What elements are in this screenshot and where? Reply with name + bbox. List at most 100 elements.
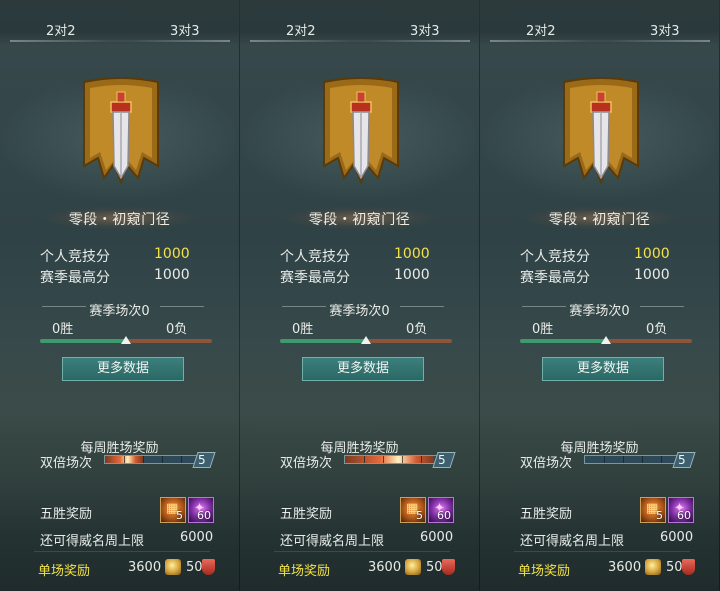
personal-score-label: 个人竞技分: [280, 249, 350, 265]
personal-score-value: 1000: [154, 246, 190, 262]
reward-item-crystal-icon[interactable]: ✦ 60: [428, 497, 454, 523]
losses-count: 0负: [406, 322, 428, 337]
item-count: 60: [437, 509, 451, 522]
single-reward-shield: 50: [186, 560, 203, 575]
rank-emblem-icon: [563, 77, 639, 184]
item-count: 5: [656, 509, 663, 522]
single-reward-shield: 50: [666, 560, 683, 575]
shield-icon: [442, 559, 455, 575]
progress-segment: [661, 456, 662, 463]
divider: [34, 551, 210, 552]
season-matches: 赛季场次0: [569, 304, 630, 319]
progress-segment: [181, 456, 182, 463]
single-reward-coin: 3600: [128, 560, 162, 575]
double-matches-label: 双倍场次: [40, 456, 93, 471]
double-matches-progress: [584, 455, 680, 464]
tab-2v2[interactable]: 2对2: [526, 20, 556, 39]
weekly-cap-value: 6000: [180, 530, 214, 545]
coin-icon: [165, 559, 181, 575]
arena-panel: 2对2 3对3 零段・初窥门径 个人竞技分 1000 赛季最高分 1000 赛季…: [240, 0, 480, 591]
arena-panel: 2对2 3对3 零段・初窥门径 个人竞技分 1000 赛季最高分 1000 赛季…: [0, 0, 240, 591]
tab-3v3[interactable]: 3对3: [650, 20, 680, 39]
five-win-reward-label: 五胜奖励: [40, 507, 93, 522]
season-high-value: 1000: [154, 267, 190, 283]
personal-score-label: 个人竞技分: [520, 249, 590, 265]
progress-segment: [143, 456, 144, 463]
progress-segment: [421, 456, 422, 463]
ratio-marker-icon: [601, 336, 611, 344]
mode-tabs: 2对2 3对3: [480, 0, 719, 46]
more-data-button[interactable]: 更多数据: [62, 357, 184, 381]
double-matches-progress: [344, 455, 440, 464]
season-matches: 赛季场次0: [329, 304, 390, 319]
losses-count: 0负: [166, 322, 188, 337]
rank-name: 零段・初窥门径: [68, 212, 171, 228]
single-reward-shield: 50: [426, 560, 443, 575]
personal-score-value: 1000: [634, 246, 670, 262]
single-reward-label: 单场奖励: [38, 564, 91, 579]
tab-divider: [10, 40, 230, 42]
losses-count: 0负: [646, 322, 668, 337]
weekly-cap-label: 还可得威名周上限: [280, 534, 385, 549]
more-data-button[interactable]: 更多数据: [302, 357, 424, 381]
tab-divider: [490, 40, 710, 42]
season-high-value: 1000: [394, 267, 430, 283]
reward-item-chest-icon[interactable]: ▦ 5: [640, 497, 666, 523]
progress-segment: [162, 456, 163, 463]
five-win-reward-label: 五胜奖励: [520, 507, 573, 522]
double-matches-label: 双倍场次: [280, 456, 333, 471]
wins-count: 0胜: [52, 322, 74, 337]
reward-item-chest-icon[interactable]: ▦ 5: [160, 497, 186, 523]
win-ratio-fill: [40, 339, 126, 343]
single-reward-label: 单场奖励: [278, 564, 331, 579]
season-high-label: 赛季最高分: [280, 270, 350, 286]
ratio-marker-icon: [121, 336, 131, 344]
tab-2v2[interactable]: 2对2: [286, 20, 316, 39]
weekly-cap-value: 6000: [420, 530, 454, 545]
season-high-label: 赛季最高分: [40, 270, 110, 286]
weekly-cap-label: 还可得威名周上限: [520, 534, 625, 549]
item-count: 5: [416, 509, 423, 522]
single-reward-coin: 3600: [368, 560, 402, 575]
progress-segment: [604, 456, 605, 463]
ratio-marker-icon: [361, 336, 371, 344]
double-matches-label: 双倍场次: [520, 456, 573, 471]
more-data-button[interactable]: 更多数据: [542, 357, 664, 381]
rank-name: 零段・初窥门径: [548, 212, 651, 228]
rank-emblem-icon: [323, 77, 399, 184]
item-count: 60: [677, 509, 691, 522]
weekly-cap-value: 6000: [660, 530, 694, 545]
divider: [274, 551, 450, 552]
reward-item-chest-icon[interactable]: ▦ 5: [400, 497, 426, 523]
arena-panel: 2对2 3对3 零段・初窥门径 个人竞技分 1000 赛季最高分 1000 赛季…: [480, 0, 720, 591]
tab-2v2[interactable]: 2对2: [46, 20, 76, 39]
double-matches-count: 5: [438, 453, 446, 467]
single-reward-label: 单场奖励: [518, 564, 571, 579]
tab-3v3[interactable]: 3对3: [170, 20, 200, 39]
win-ratio-fill: [280, 339, 366, 343]
progress-segment: [642, 456, 643, 463]
arena-screen: 2对2 3对3 零段・初窥门径 个人竞技分 1000 赛季最高分 1000 赛季…: [0, 0, 720, 591]
progress-segment: [402, 456, 403, 463]
double-matches-count: 5: [678, 453, 686, 467]
season-high-label: 赛季最高分: [520, 270, 590, 286]
mode-tabs: 2对2 3对3: [240, 0, 479, 46]
win-ratio-fill: [520, 339, 606, 343]
reward-item-crystal-icon[interactable]: ✦ 60: [668, 497, 694, 523]
personal-score-value: 1000: [394, 246, 430, 262]
divider: [514, 551, 690, 552]
personal-score-label: 个人竞技分: [40, 249, 110, 265]
wins-count: 0胜: [532, 322, 554, 337]
tab-3v3[interactable]: 3对3: [410, 20, 440, 39]
shield-icon: [682, 559, 695, 575]
five-win-reward-label: 五胜奖励: [280, 507, 333, 522]
progress-segment: [364, 456, 365, 463]
single-reward-coin: 3600: [608, 560, 642, 575]
double-matches-count: 5: [198, 453, 206, 467]
wins-count: 0胜: [292, 322, 314, 337]
reward-item-crystal-icon[interactable]: ✦ 60: [188, 497, 214, 523]
shield-icon: [202, 559, 215, 575]
season-matches: 赛季场次0: [89, 304, 150, 319]
double-matches-progress: [104, 455, 200, 464]
mode-tabs: 2对2 3对3: [0, 0, 239, 46]
